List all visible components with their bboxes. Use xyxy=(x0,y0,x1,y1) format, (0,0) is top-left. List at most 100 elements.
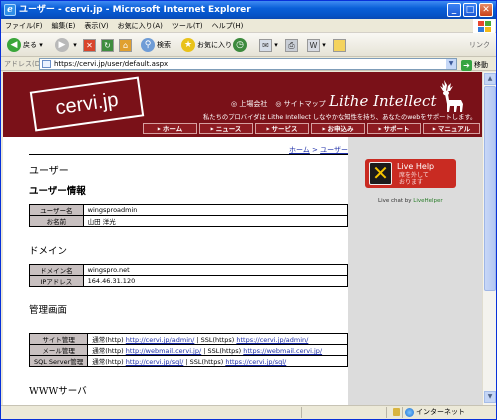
livehelper-link[interactable]: LiveHelper xyxy=(413,198,442,204)
printer-icon: ⎙ xyxy=(285,38,298,52)
minimize-button[interactable]: _ xyxy=(447,3,461,17)
close-button[interactable]: ✕ xyxy=(479,3,493,17)
breadcrumb-separator: > xyxy=(309,146,321,154)
live-help-icon: ✕ xyxy=(369,162,392,185)
menu-favorites[interactable]: お気に入り(A) xyxy=(114,19,168,33)
mail-admin-http-link[interactable]: http://webmail.cervi.jp/ xyxy=(126,347,201,355)
history-icon: ◷ xyxy=(233,38,247,52)
search-icon: ⚲ xyxy=(141,38,155,52)
note-icon xyxy=(333,38,346,52)
breadcrumb-home[interactable]: ホーム xyxy=(289,146,310,154)
toolbar: ◀ 戻る ▾ ▶ ▾ ✕ ↻ ⌂ ⚲ 検索 ★ お気に入り ◷ ✉ ▾ ⎙ W ▾ xyxy=(1,33,496,57)
address-url: https://cervi.jp/user/default.aspx xyxy=(54,60,169,68)
table-value: wingspro.net xyxy=(82,264,349,276)
mail-admin-https-link[interactable]: https://webmail.cervi.jp/ xyxy=(243,347,322,355)
home-icon: ⌂ xyxy=(119,38,132,52)
home-button[interactable]: ⌂ xyxy=(119,37,132,53)
page-icon xyxy=(42,60,51,68)
stop-icon: ✕ xyxy=(83,38,96,52)
menu-view[interactable]: 表示(V) xyxy=(80,19,113,33)
table-value: 通常(http) http://webmail.cervi.jp/ | SSL(… xyxy=(87,344,348,356)
deer-icon xyxy=(440,80,463,112)
messenger-button[interactable] xyxy=(333,37,346,53)
table-row: メール管理 通常(http) http://webmail.cervi.jp/ … xyxy=(28,344,348,356)
www-server-heading: WWWサーバ xyxy=(29,386,87,397)
table-key: ユーザー名 xyxy=(29,204,84,216)
nav-home[interactable]: ホーム xyxy=(143,123,197,134)
scroll-up-icon[interactable]: ▲ xyxy=(484,73,496,85)
globe-icon xyxy=(405,407,414,417)
site-logo[interactable]: cervi.jp xyxy=(29,76,145,132)
scroll-thumb[interactable] xyxy=(484,86,496,291)
main-content: ホーム > ユーザー ユーザー ユーザー情報 ユーザー名 wingsproadmi… xyxy=(21,137,351,405)
live-help-button[interactable]: ✕ Live Help 席を外して おります xyxy=(365,159,456,188)
menu-tools[interactable]: ツール(T) xyxy=(168,19,208,33)
edit-button[interactable]: W ▾ xyxy=(307,37,326,53)
user-info-heading: ユーザー情報 xyxy=(29,186,86,197)
menu-edit[interactable]: 編集(E) xyxy=(48,19,81,33)
domain-heading: ドメイン xyxy=(29,246,68,257)
address-input[interactable]: https://cervi.jp/user/default.aspx ▼ xyxy=(39,58,457,70)
live-chat-credit: Live chat by LiveHelper xyxy=(378,198,443,204)
breadcrumb-current[interactable]: ユーザー xyxy=(320,146,348,154)
table-value: 通常(http) http://cervi.jp/admin/ | SSL(ht… xyxy=(87,333,348,345)
mail-button[interactable]: ✉ ▾ xyxy=(259,37,278,53)
menu-file[interactable]: ファイル(F) xyxy=(1,19,48,33)
stop-button[interactable]: ✕ xyxy=(83,37,96,53)
menu-help[interactable]: ヘルプ(H) xyxy=(208,19,249,33)
address-bar: アドレス(D) https://cervi.jp/user/default.as… xyxy=(1,57,496,71)
table-value: 山田 洋光 xyxy=(82,215,349,227)
table-key: ドメイン名 xyxy=(29,264,84,276)
table-row: IPアドレス 164.46.31.120 xyxy=(29,275,349,287)
forward-button[interactable]: ▶ ▾ xyxy=(55,37,77,53)
refresh-button[interactable]: ↻ xyxy=(101,37,114,53)
page-title: ユーザー xyxy=(29,166,69,177)
table-key: IPアドレス xyxy=(29,275,84,287)
nav-services[interactable]: サービス xyxy=(255,123,309,134)
favorites-button[interactable]: ★ お気に入り xyxy=(181,37,232,53)
scroll-down-icon[interactable]: ▼ xyxy=(484,391,496,403)
windows-logo-icon xyxy=(473,19,495,33)
browser-window: e ユーザー - cervi.jp - Microsoft Internet E… xyxy=(0,0,497,420)
sql-admin-https-link[interactable]: https://cervi.jp/sql/ xyxy=(225,358,286,366)
table-key: お名前 xyxy=(29,215,84,227)
ie-icon: e xyxy=(4,4,16,16)
site-admin-https-link[interactable]: https://cervi.jp/admin/ xyxy=(236,336,308,344)
sql-admin-http-link[interactable]: http://cervi.jp/sql/ xyxy=(126,358,184,366)
address-dropdown-icon[interactable]: ▼ xyxy=(446,59,456,69)
site-header: cervi.jp ◎ 上場会社 ◎ サイトマップ Lithe Intellect … xyxy=(3,72,482,137)
table-row: サイト管理 通常(http) http://cervi.jp/admin/ | … xyxy=(28,333,348,345)
nav-news[interactable]: ニュース xyxy=(199,123,253,134)
window-title: ユーザー - cervi.jp - Microsoft Internet Exp… xyxy=(19,5,251,15)
star-icon: ★ xyxy=(181,38,195,52)
table-key: SQL Server管理 xyxy=(28,355,89,367)
nav-support[interactable]: サポート xyxy=(367,123,421,134)
nav-apply[interactable]: お申込み xyxy=(311,123,365,134)
site-admin-http-link[interactable]: http://cervi.jp/admin/ xyxy=(126,336,195,344)
search-button[interactable]: ⚲ 検索 xyxy=(141,37,171,53)
table-value: wingsproadmin xyxy=(82,204,349,216)
table-key: メール管理 xyxy=(28,344,89,356)
refresh-icon: ↻ xyxy=(101,38,114,52)
links-button[interactable]: リンク xyxy=(469,37,490,53)
print-button[interactable]: ⎙ xyxy=(285,37,298,53)
title-divider xyxy=(29,154,351,155)
table-row: SQL Server管理 通常(http) http://cervi.jp/sq… xyxy=(28,355,348,367)
live-help-status: 席を外して おります xyxy=(399,172,429,186)
history-button[interactable]: ◷ xyxy=(233,37,249,53)
status-bar: インターネット xyxy=(1,405,496,419)
go-button[interactable]: ➔ 移動 xyxy=(461,58,488,72)
sitemap-link[interactable]: ◎ サイトマップ xyxy=(275,100,325,108)
maximize-button[interactable]: □ xyxy=(463,3,477,17)
nav-manual[interactable]: マニュアル xyxy=(423,123,480,134)
company-link[interactable]: ◎ 上場会社 xyxy=(231,100,267,108)
back-button[interactable]: ◀ 戻る ▾ xyxy=(7,37,43,53)
table-value: 164.46.31.120 xyxy=(82,275,349,287)
edit-page-icon: W xyxy=(307,38,320,52)
vertical-scrollbar[interactable]: ▲ ▼ xyxy=(482,72,496,405)
table-row: ドメイン名 wingspro.net xyxy=(29,264,349,276)
admin-table: サイト管理 通常(http) http://cervi.jp/admin/ | … xyxy=(28,333,348,367)
title-bar[interactable]: e ユーザー - cervi.jp - Microsoft Internet E… xyxy=(1,1,496,19)
status-divider xyxy=(301,407,302,418)
status-divider xyxy=(402,407,403,418)
